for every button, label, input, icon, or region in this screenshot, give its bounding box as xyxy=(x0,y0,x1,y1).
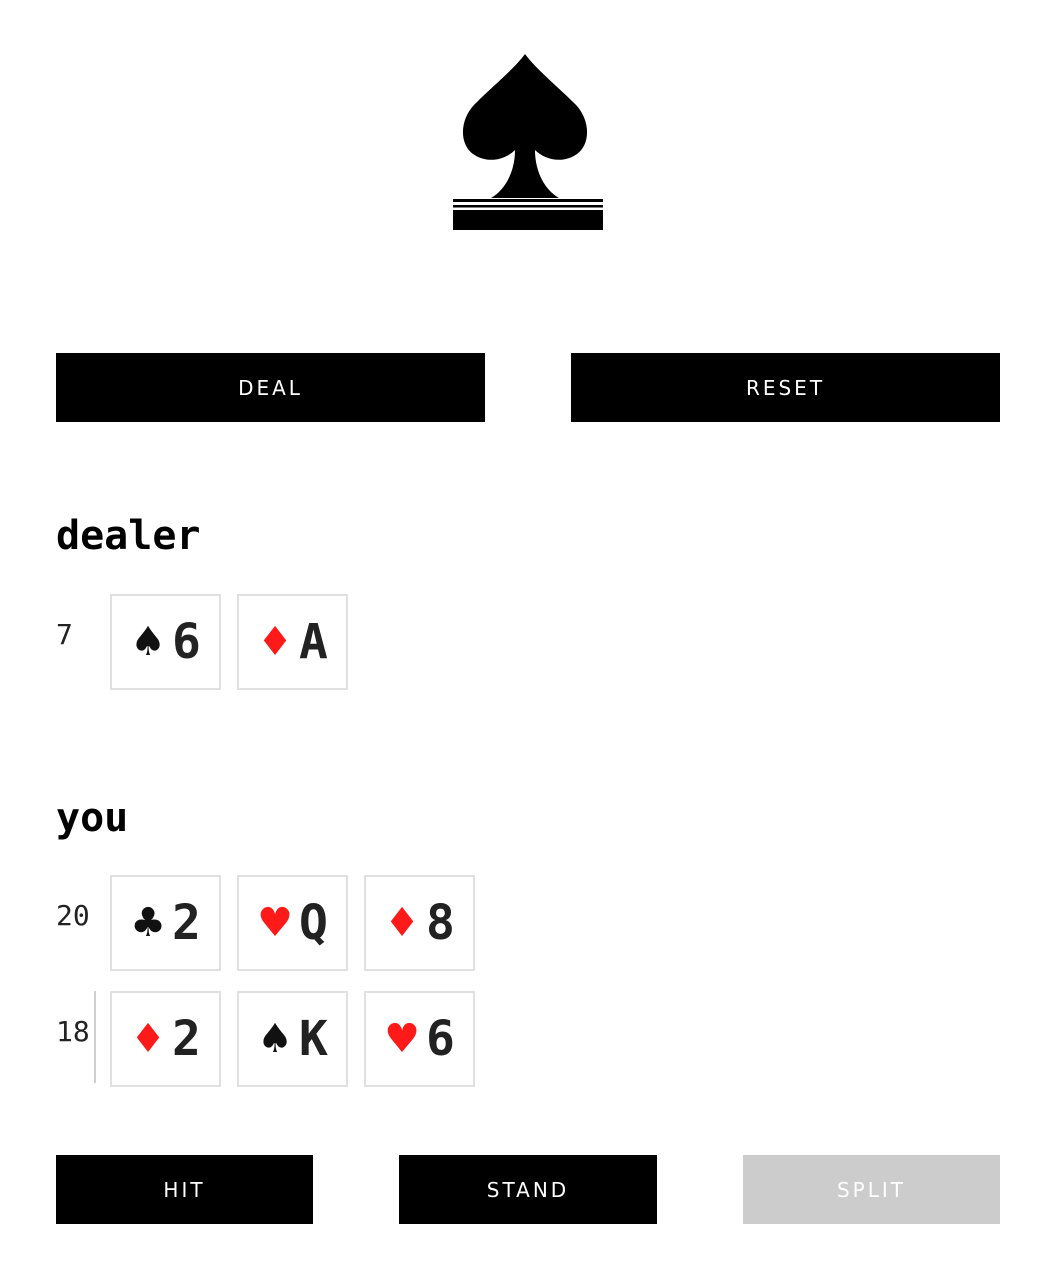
player-hand: ♦ 2 ♠ K ♥ 6 xyxy=(110,991,475,1087)
card-suit-icon: ♦ xyxy=(384,900,420,946)
dealer-heading: dealer xyxy=(56,513,201,559)
reset-button[interactable]: RESET xyxy=(571,353,1000,422)
player-hand-score: 20 xyxy=(56,899,90,932)
deal-button[interactable]: DEAL xyxy=(56,353,485,422)
spade-logo-icon xyxy=(453,54,603,230)
split-button[interactable]: SPLIT xyxy=(743,1155,1000,1224)
card-suit-icon: ♠ xyxy=(257,1016,293,1062)
playing-card: ♦ 8 xyxy=(364,875,475,971)
stand-button[interactable]: STAND xyxy=(399,1155,657,1224)
playing-card: ♥ 6 xyxy=(364,991,475,1087)
dealer-score: 7 xyxy=(56,618,73,651)
card-suit-icon: ♣ xyxy=(130,900,166,946)
card-rank: 2 xyxy=(171,895,201,951)
card-suit-icon: ♥ xyxy=(257,900,293,946)
player-hand: ♣ 2 ♥ Q ♦ 8 xyxy=(110,875,475,971)
playing-card: ♦ 2 xyxy=(110,991,221,1087)
card-suit-icon: ♠ xyxy=(130,619,166,665)
card-suit-icon: ♦ xyxy=(130,1016,166,1062)
dealer-hand: ♠ 6 ♦ A xyxy=(110,594,348,690)
card-rank: 6 xyxy=(171,614,201,670)
card-rank: A xyxy=(298,614,328,670)
playing-card: ♥ Q xyxy=(237,875,348,971)
card-rank: K xyxy=(298,1011,328,1067)
active-hand-marker xyxy=(94,991,96,1083)
playing-card: ♦ A xyxy=(237,594,348,690)
card-rank: Q xyxy=(298,895,328,951)
player-hand-score: 18 xyxy=(56,1015,90,1048)
playing-card: ♠ 6 xyxy=(110,594,221,690)
card-suit-icon: ♥ xyxy=(384,1016,420,1062)
card-rank: 8 xyxy=(425,895,455,951)
player-heading: you xyxy=(56,795,129,841)
card-suit-icon: ♦ xyxy=(257,619,293,665)
playing-card: ♣ 2 xyxy=(110,875,221,971)
hit-button[interactable]: HIT xyxy=(56,1155,313,1224)
card-rank: 6 xyxy=(425,1011,455,1067)
card-rank: 2 xyxy=(171,1011,201,1067)
playing-card: ♠ K xyxy=(237,991,348,1087)
